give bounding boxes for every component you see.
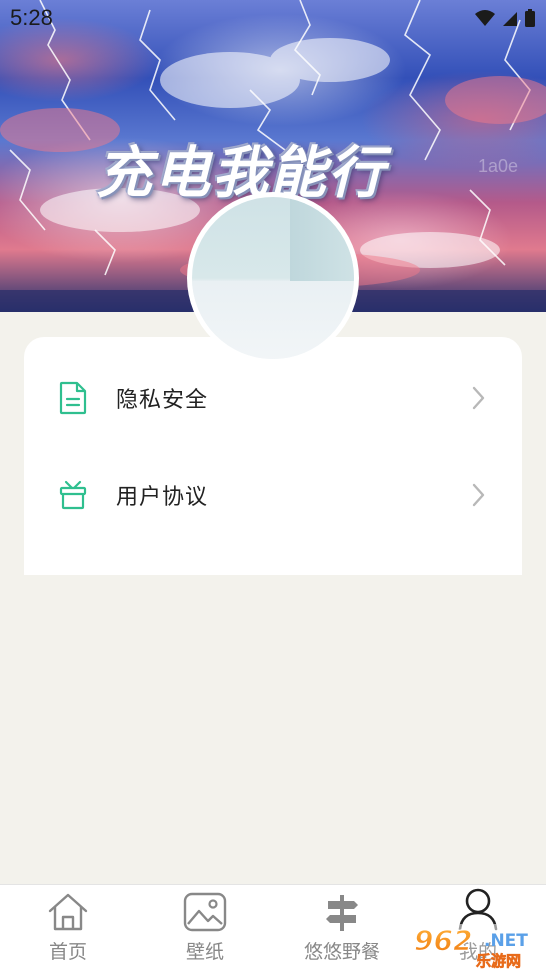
hero-watermark: 1a0e	[478, 156, 519, 176]
nav-item-picnic[interactable]: 悠悠野餐	[274, 885, 410, 973]
menu-item-privacy[interactable]: 隐私安全	[24, 358, 522, 438]
site-watermark-logo: 962 .NET 乐游网	[408, 923, 544, 970]
battery-icon	[525, 9, 535, 27]
nav-label: 壁纸	[185, 941, 224, 963]
signpost-icon	[326, 895, 358, 931]
status-time: 5:28	[10, 5, 53, 30]
home-icon	[48, 893, 88, 931]
watermark-text: 乐游网	[476, 952, 521, 970]
signal-icon	[503, 12, 517, 26]
status-bar: 5:28	[0, 0, 546, 36]
menu-item-label: 隐私安全	[116, 388, 209, 413]
nav-label: 悠悠野餐	[303, 941, 380, 963]
nav-label: 首页	[48, 941, 87, 963]
image-icon	[183, 892, 227, 932]
nav-item-wallpaper[interactable]: 壁纸	[136, 885, 274, 973]
avatar[interactable]	[187, 192, 359, 364]
nav-item-home[interactable]: 首页	[0, 885, 136, 973]
document-icon	[59, 381, 87, 415]
wifi-icon	[475, 10, 495, 26]
watermark-suffix: .NET	[484, 931, 528, 951]
chevron-right-icon	[472, 483, 485, 507]
gift-box-icon	[59, 480, 87, 510]
avatar-image	[192, 197, 354, 359]
chevron-right-icon	[472, 386, 485, 410]
menu-item-label: 用户协议	[116, 485, 209, 510]
settings-card: 隐私安全 用户协议	[24, 337, 522, 575]
watermark-number: 962	[414, 924, 472, 957]
menu-item-user-agreement[interactable]: 用户协议	[24, 455, 522, 535]
